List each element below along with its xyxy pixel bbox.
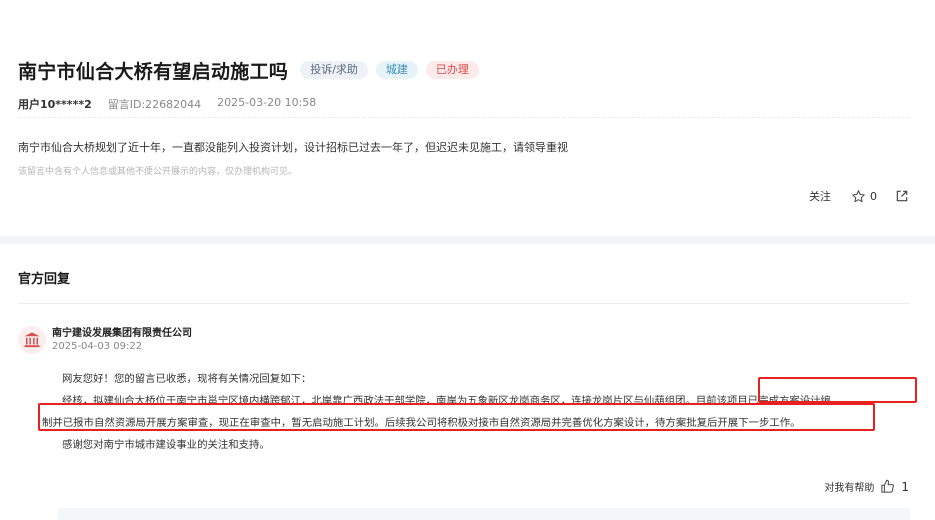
helpful-count: 1 [901,479,909,494]
star-button[interactable]: 0 [851,189,877,204]
highlight-box [758,377,917,403]
message-content: 南宁市仙合大桥规划了近十年，一直都没能列入投资计划，设计招标已过去一年了，但迟迟… [18,141,568,154]
highlight-box [38,403,875,431]
tag-type: 投诉/求助 [300,61,368,79]
share-icon [896,190,908,202]
page-title: 南宁市仙合大桥有望启动施工吗 [18,60,289,83]
message-id: 留言ID:22682044 [107,98,202,111]
divider [18,117,910,118]
star-icon [852,189,865,202]
reply-date: 2025-04-03 09:22 [52,341,143,352]
comment-area [58,508,910,520]
status-badge: 已办理 [425,61,479,79]
divider [18,303,910,304]
post-time: 2025-03-20 10:58 [217,96,317,109]
reply-heading: 官方回复 [18,272,71,287]
follow-button[interactable]: 关注 [809,188,831,204]
star-count: 0 [870,189,877,203]
helpful-label: 对我有帮助 [824,483,875,494]
privacy-note: 该留言中含有个人信息或其他不便公开展示的内容，仅办理机构可见。 [18,167,298,177]
org-avatar [18,326,46,354]
org-name: 南宁建设发展集团有限责任公司 [52,328,192,339]
reply-line: 感谢您对南宁市城市建设事业的关注和支持。 [62,439,270,451]
user-name: 用户10*****2 [18,98,92,111]
share-button[interactable] [895,189,909,203]
thumbs-up-icon [881,479,895,493]
tag-category: 城建 [375,61,418,79]
title-row: 南宁市仙合大桥有望启动施工吗 投诉/求助 城建 已办理 [18,58,479,83]
government-building-icon [24,332,40,348]
helpful-button[interactable]: 对我有帮助 1 [824,479,909,495]
post-meta: 用户10*****2 留言ID:22682044 2025-03-20 10:5… [18,96,316,112]
message-card: 南宁市仙合大桥有望启动施工吗 投诉/求助 城建 已办理 用户10*****2 留… [0,0,935,236]
post-actions: 关注 0 [809,188,909,204]
